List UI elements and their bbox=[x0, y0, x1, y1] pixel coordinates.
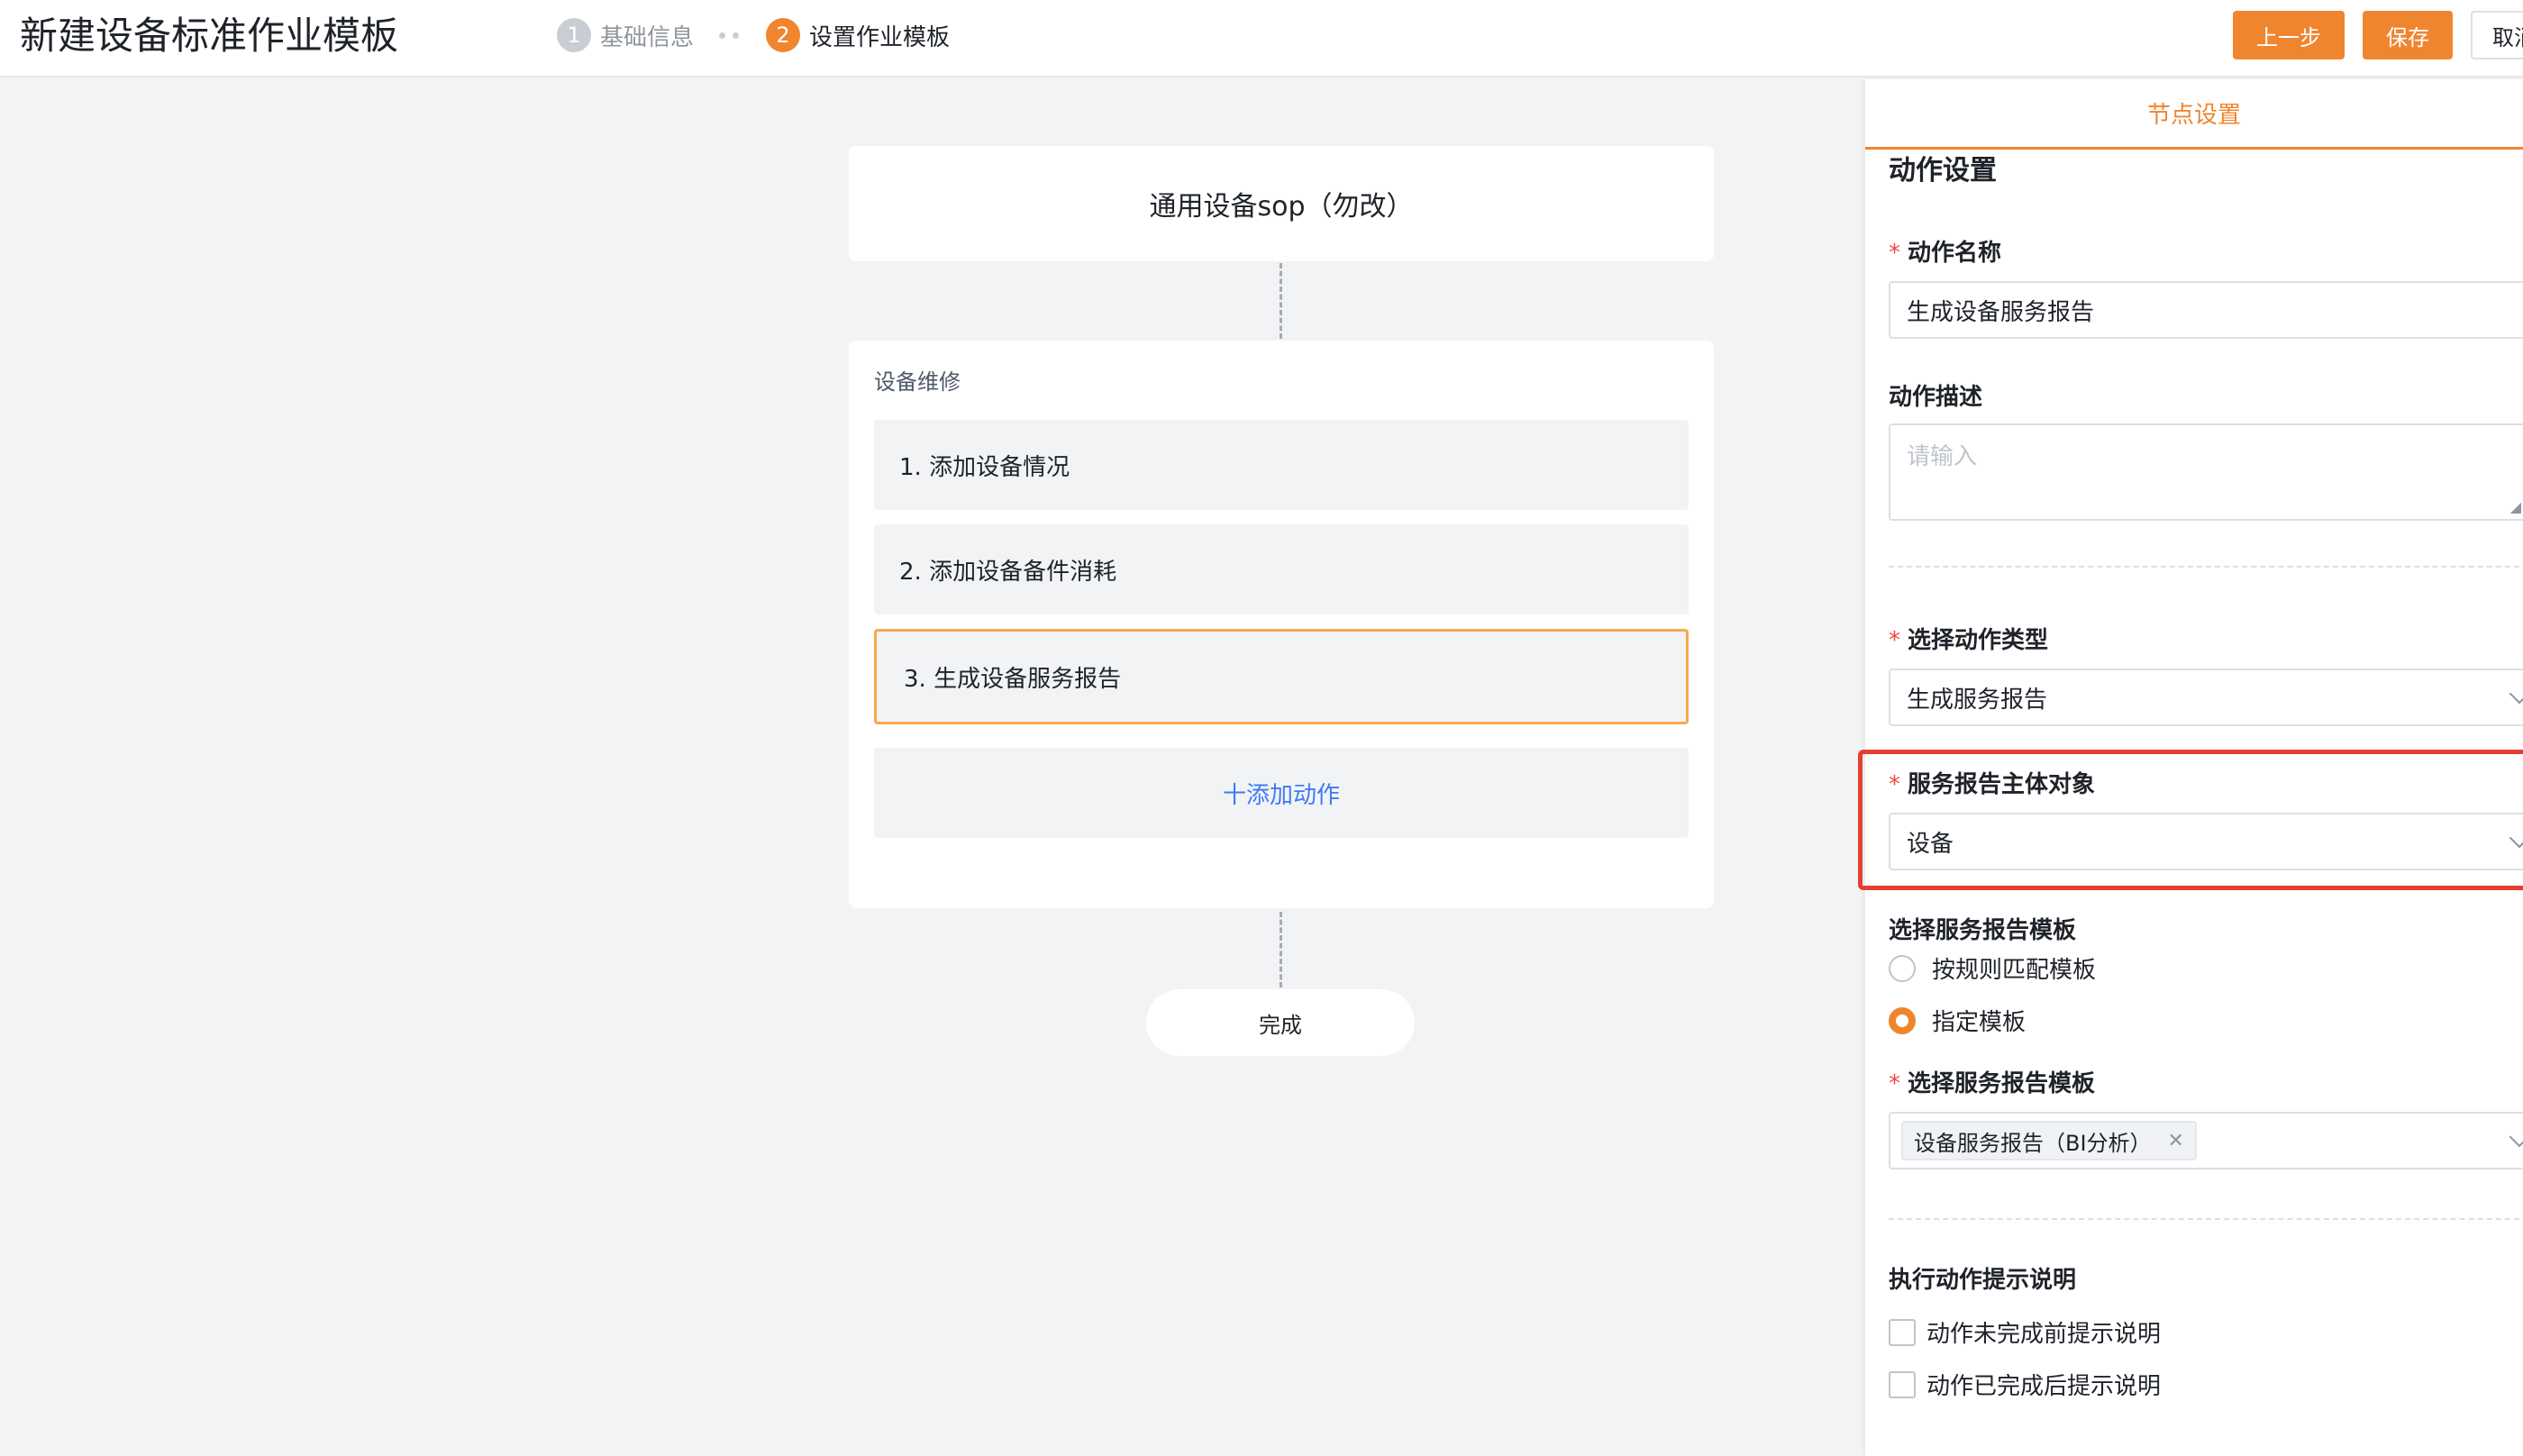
radio-rule-match[interactable]: 按规则匹配模板 bbox=[1889, 951, 2096, 985]
checkbox-icon[interactable] bbox=[1889, 1318, 1916, 1346]
finish-node[interactable]: 完成 bbox=[1146, 989, 1415, 1056]
template-select-label: * 选择服务报告模板 bbox=[1889, 1070, 2096, 1097]
action-name-label: * 动作名称 bbox=[1889, 240, 2002, 267]
report-subject-value: 设备 bbox=[1907, 830, 1954, 858]
resize-handle-icon[interactable]: ◢ bbox=[2510, 498, 2521, 515]
tab-node-settings[interactable]: 节点设置 bbox=[1865, 79, 2523, 150]
action-item[interactable]: 1. 添加设备情况 bbox=[874, 420, 1689, 510]
section-title: 动作设置 bbox=[1889, 155, 1997, 187]
step-1-number[interactable]: 1 bbox=[557, 18, 591, 52]
stage-name: 设备维修 bbox=[874, 369, 961, 395]
step-1-label[interactable]: 基础信息 bbox=[600, 19, 694, 52]
step-indicator: 1 基础信息 2 设置作业模板 bbox=[557, 16, 950, 54]
radio-icon[interactable] bbox=[1889, 954, 1916, 982]
step-2-label[interactable]: 设置作业模板 bbox=[809, 19, 950, 52]
node-settings-panel: 节点设置 动作设置 * 动作名称 生成设备服务报告 动作描述 请输入 ◢ * 选择动… bbox=[1865, 79, 2523, 1456]
action-item-label: 3. 生成设备服务报告 bbox=[904, 665, 1122, 693]
step-separator bbox=[719, 32, 740, 39]
selected-template-tag: 设备服务报告（BI分析） ✕ bbox=[1901, 1121, 2197, 1160]
cancel-button[interactable]: 取消 bbox=[2471, 11, 2523, 59]
action-item[interactable]: 2. 添加设备备件消耗 bbox=[874, 524, 1689, 614]
checkbox-after-hint[interactable]: 动作已完成后提示说明 bbox=[1889, 1368, 2161, 1401]
required-mark: * bbox=[1889, 240, 1900, 267]
checkbox-label: 动作未完成前提示说明 bbox=[1926, 1321, 2162, 1348]
tag-label: 设备服务报告（BI分析） bbox=[1914, 1130, 2152, 1156]
required-mark: * bbox=[1889, 627, 1900, 654]
report-subject-label: * 服务报告主体对象 bbox=[1889, 771, 2096, 798]
action-desc-textarea[interactable]: 请输入 ◢ bbox=[1889, 423, 2523, 521]
action-item-label: 2. 添加设备备件消耗 bbox=[899, 558, 1117, 586]
page-title: 新建设备标准作业模板 bbox=[20, 14, 399, 58]
stage-card[interactable]: 设备维修 1. 添加设备情况 2. 添加设备备件消耗 3. 生成设备服务报告 十… bbox=[849, 341, 1714, 908]
chevron-down-icon bbox=[2509, 827, 2523, 849]
radio-specified-template[interactable]: 指定模板 bbox=[1889, 1004, 2026, 1037]
radio-label: 按规则匹配模板 bbox=[1932, 957, 2097, 984]
action-name-value: 生成设备服务报告 bbox=[1907, 298, 2095, 326]
action-name-input[interactable]: 生成设备服务报告 bbox=[1889, 281, 2523, 339]
add-action-button[interactable]: 十添加动作 bbox=[874, 748, 1689, 838]
template-mode-label: 选择服务报告模板 bbox=[1889, 917, 2077, 944]
report-subject-select[interactable]: 设备 bbox=[1889, 813, 2523, 870]
radio-checked-icon[interactable] bbox=[1889, 1006, 1916, 1034]
action-type-value: 生成服务报告 bbox=[1907, 686, 2048, 714]
hint-label: 执行动作提示说明 bbox=[1889, 1267, 2077, 1294]
required-mark: * bbox=[1889, 1070, 1900, 1097]
required-mark: * bbox=[1889, 771, 1900, 798]
action-desc-label: 动作描述 bbox=[1889, 384, 1983, 411]
step-2-number[interactable]: 2 bbox=[766, 18, 801, 52]
radio-label: 指定模板 bbox=[1932, 1009, 2027, 1036]
action-desc-placeholder: 请输入 bbox=[1907, 443, 1978, 470]
action-item-label: 1. 添加设备情况 bbox=[899, 453, 1070, 481]
template-multi-select[interactable]: 设备服务报告（BI分析） ✕ bbox=[1889, 1112, 2523, 1169]
divider bbox=[1889, 1218, 2523, 1220]
connector-line bbox=[1280, 263, 1282, 339]
save-button[interactable]: 保存 bbox=[2363, 11, 2453, 59]
finish-node-label: 完成 bbox=[1259, 1012, 1302, 1038]
close-icon[interactable]: ✕ bbox=[2168, 1130, 2184, 1152]
connector-line bbox=[1280, 912, 1282, 987]
add-action-label: 十添加动作 bbox=[1222, 781, 1340, 809]
chevron-down-icon bbox=[2509, 1126, 2523, 1148]
prev-step-button[interactable]: 上一步 bbox=[2233, 11, 2345, 59]
action-item-selected[interactable]: 3. 生成设备服务报告 bbox=[874, 629, 1689, 724]
start-node-title: 通用设备sop（勿改） bbox=[1149, 191, 1414, 223]
checkbox-before-hint[interactable]: 动作未完成前提示说明 bbox=[1889, 1315, 2161, 1349]
start-node-card[interactable]: 通用设备sop（勿改） bbox=[849, 146, 1714, 261]
action-type-select[interactable]: 生成服务报告 bbox=[1889, 669, 2523, 726]
divider bbox=[1889, 566, 2523, 568]
checkbox-icon[interactable] bbox=[1889, 1370, 1916, 1398]
top-header: 新建设备标准作业模板 1 基础信息 2 设置作业模板 上一步 保存 取消 bbox=[0, 0, 2523, 77]
checkbox-label: 动作已完成后提示说明 bbox=[1926, 1373, 2162, 1400]
action-type-label: * 选择动作类型 bbox=[1889, 627, 2049, 654]
chevron-down-icon bbox=[2509, 683, 2523, 705]
